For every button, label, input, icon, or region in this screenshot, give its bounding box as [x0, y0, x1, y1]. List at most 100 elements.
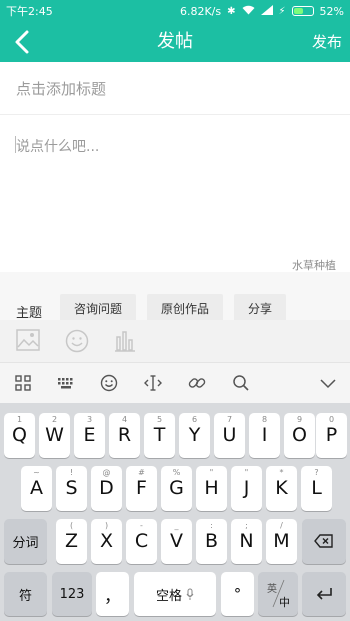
topic-row: 主题 咨询问题 原创作品 分享: [0, 272, 350, 324]
key-d[interactable]: @ D: [91, 466, 122, 511]
image-icon[interactable]: [16, 329, 40, 351]
key-l[interactable]: ? L: [301, 466, 332, 511]
network-speed: 6.82K/s: [179, 4, 222, 18]
key-letter: C: [134, 530, 149, 552]
key-a[interactable]: ~ A: [21, 466, 52, 511]
key-letter: X: [99, 530, 114, 552]
topic-label: 主题: [16, 306, 43, 321]
backspace-icon: [314, 534, 333, 548]
key-v[interactable]: _ V: [161, 519, 192, 564]
key-f[interactable]: # F: [126, 466, 157, 511]
wifi-icon: [242, 5, 255, 18]
title-input[interactable]: 点击添加标题: [16, 78, 106, 99]
topic-chip-original[interactable]: 原创作品: [147, 294, 224, 322]
key-x[interactable]: ) X: [91, 519, 122, 564]
period-key-label: °: [233, 585, 242, 603]
numbers-key-label: 123: [59, 586, 85, 602]
battery-text: 52%: [319, 4, 344, 18]
keyboard: 1Q 2W 3E 4R 5T 6Y 7U 8I 9O 0P ~ A ! S @ D #…: [0, 403, 350, 621]
space-text: 空格: [155, 588, 182, 604]
content-input[interactable]: 说点什么吧...: [16, 136, 99, 156]
key-letter: U: [222, 424, 237, 446]
key-g[interactable]: % G: [161, 466, 192, 511]
key-letter: M: [273, 530, 290, 552]
charging-icon: ⚡: [278, 5, 286, 17]
space-key-label: 空格: [134, 572, 216, 616]
collapse-icon[interactable]: [318, 373, 338, 393]
key-q[interactable]: 1Q: [4, 413, 35, 458]
media-toolbar: [0, 320, 350, 363]
key-letter: V: [170, 530, 183, 552]
language-switch-key[interactable]: 英 中: [258, 572, 298, 616]
microphone-icon: [186, 588, 194, 600]
status-right: 6.82K/s ✱ ⚡ 52%: [179, 4, 344, 18]
status-bar: 下午2:45 6.82K/s ✱ ⚡ 52%: [0, 0, 350, 22]
emoji-icon[interactable]: [65, 329, 89, 353]
key-z[interactable]: (Z: [56, 519, 87, 564]
key-b[interactable]: :B: [196, 519, 227, 564]
topic-chip-question[interactable]: 咨询问题: [60, 294, 137, 322]
key-letter: D: [99, 477, 114, 499]
battery-icon: [291, 6, 314, 16]
title-divider: [0, 114, 350, 115]
link-icon[interactable]: [187, 373, 207, 393]
cursor-icon[interactable]: [143, 373, 163, 393]
search-icon[interactable]: [231, 373, 251, 393]
symbols-key-label: 符: [18, 588, 32, 604]
key-letter: Q: [12, 424, 27, 446]
grid-icon[interactable]: [13, 373, 33, 393]
key-t[interactable]: 5T: [144, 413, 175, 458]
app-header: 发帖 发布: [0, 22, 350, 62]
key-m[interactable]: / M: [266, 519, 297, 564]
publish-button[interactable]: 发布: [312, 22, 342, 62]
key-letter: J: [243, 477, 250, 499]
period-key[interactable]: °: [221, 572, 254, 616]
key-letter: T: [153, 424, 166, 446]
key-letter: R: [117, 424, 132, 446]
key-y[interactable]: 6Y: [179, 413, 210, 458]
symbols-key[interactable]: 符: [4, 572, 47, 616]
key-j[interactable]: " J: [231, 466, 262, 511]
key-letter: B: [204, 530, 219, 552]
key-letter: K: [275, 477, 288, 499]
key-letter: O: [292, 424, 307, 446]
battery-fill: [293, 8, 303, 14]
key-c[interactable]: -C: [126, 519, 157, 564]
key-k[interactable]: * K: [266, 466, 297, 511]
keyboard-icon[interactable]: [56, 373, 76, 393]
keyboard-toolbar: [0, 363, 350, 403]
key-u[interactable]: 7U: [214, 413, 245, 458]
key-letter: G: [169, 477, 184, 499]
key-n[interactable]: ; N: [231, 519, 262, 564]
key-s[interactable]: ! S: [56, 466, 87, 511]
key-letter: I: [261, 424, 268, 446]
key-r[interactable]: 4R: [109, 413, 140, 458]
key-e[interactable]: 3E: [74, 413, 105, 458]
emoji-toolbar-icon[interactable]: [99, 373, 119, 393]
enter-key[interactable]: [302, 572, 346, 616]
key-h[interactable]: " H: [196, 466, 227, 511]
enter-icon: [316, 588, 332, 600]
segment-key-label: 分词: [12, 536, 39, 551]
topic-chip-share[interactable]: 分享: [234, 294, 287, 322]
segment-key[interactable]: 分词: [4, 519, 47, 564]
key-w[interactable]: 2W: [39, 413, 70, 458]
key-i[interactable]: 8I: [249, 413, 280, 458]
key-letter: W: [45, 424, 64, 446]
key-p[interactable]: 0P: [316, 413, 347, 458]
backspace-key[interactable]: [302, 519, 346, 564]
key-letter: S: [65, 477, 78, 499]
chart-icon[interactable]: [113, 329, 137, 353]
space-key[interactable]: 空格: [134, 572, 216, 616]
numbers-key[interactable]: 123: [52, 572, 92, 616]
key-o[interactable]: 9O: [284, 413, 315, 458]
comma-key-label: ，: [104, 586, 121, 607]
category-label[interactable]: 水草种植: [292, 257, 336, 273]
signal-icon: [260, 4, 273, 18]
page-title: 发帖: [157, 31, 193, 52]
key-letter: P: [325, 424, 338, 446]
lang-slash-icon: [272, 579, 285, 608]
key-letter: F: [136, 477, 147, 499]
key-letter: Y: [188, 424, 201, 446]
comma-key[interactable]: ，: [96, 572, 129, 616]
